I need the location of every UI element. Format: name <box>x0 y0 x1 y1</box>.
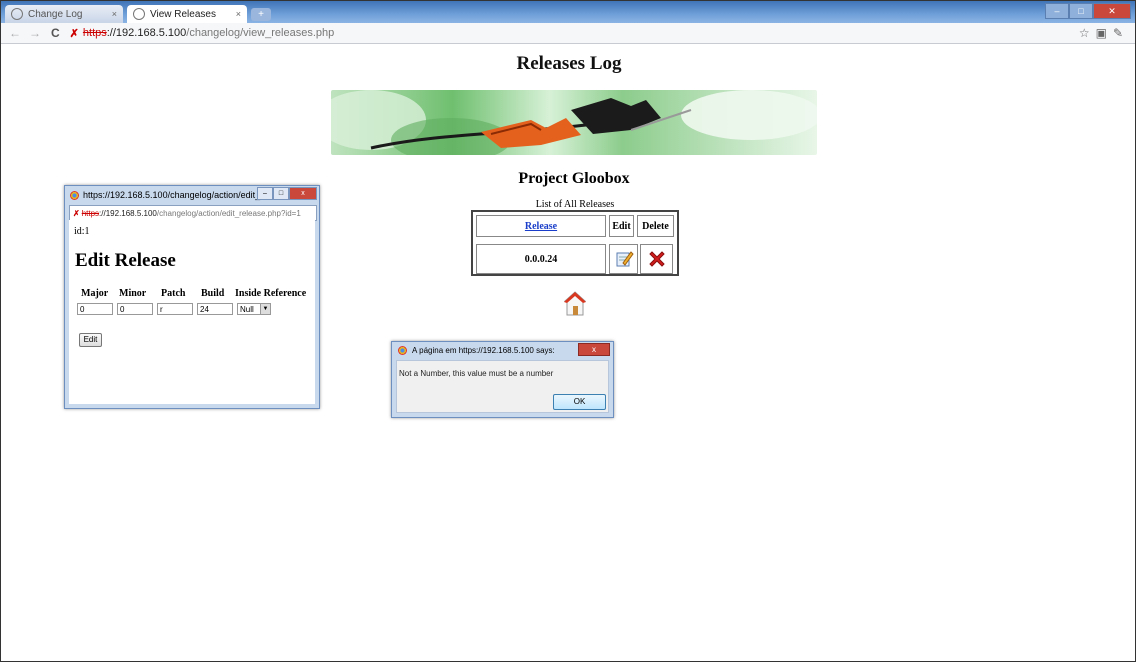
extension-icon[interactable]: ▣ <box>1096 26 1113 40</box>
edit-release-popup: https://192.168.5.100/changelog/action/e… <box>64 185 320 409</box>
home-icon[interactable] <box>563 291 587 322</box>
reload-icon[interactable]: C <box>51 26 60 40</box>
id-line: id:1 <box>74 226 90 237</box>
header-edit: Edit <box>609 215 634 237</box>
close-icon[interactable]: × <box>112 9 117 19</box>
insecure-icon: ✗ <box>73 208 80 218</box>
build-label: Build <box>201 288 225 299</box>
tab-label: Change Log <box>28 8 83 20</box>
popup-url-bar[interactable]: ✗ https://192.168.5.100/changelog/action… <box>69 205 317 221</box>
puzzle-illustration <box>331 90 817 155</box>
ok-button[interactable]: OK <box>553 394 606 410</box>
new-tab-button[interactable]: + <box>251 8 271 21</box>
tab-change-log[interactable]: Change Log × <box>5 5 123 23</box>
inside-reference-select[interactable]: Null ▼ <box>237 303 271 315</box>
close-icon[interactable]: × <box>236 9 241 19</box>
back-icon[interactable]: ← <box>9 26 21 40</box>
browser-tab-bar: Change Log × View Releases × + – □ ✕ <box>1 1 1135 23</box>
list-caption: List of All Releases <box>535 199 615 210</box>
dropdown-arrow-icon: ▼ <box>260 304 270 314</box>
tab-label: View Releases <box>150 8 216 20</box>
popup-minimize-button[interactable]: – <box>257 187 273 200</box>
alert-close-button[interactable]: x <box>578 343 610 356</box>
minor-label: Minor <box>119 288 147 299</box>
edit-release-button[interactable] <box>609 244 638 274</box>
header-delete: Delete <box>637 215 674 237</box>
star-icon[interactable]: ☆ <box>1079 26 1096 40</box>
release-sort-link[interactable]: Release <box>525 221 557 232</box>
maximize-button[interactable]: □ <box>1069 3 1093 19</box>
url-field[interactable]: https://192.168.5.100/changelog/view_rel… <box>83 27 334 39</box>
major-label: Major <box>81 288 109 299</box>
window-close-button[interactable]: ✕ <box>1093 3 1131 19</box>
popup-window-controls: – □ x <box>257 187 317 200</box>
window-controls: – □ ✕ <box>1045 3 1131 19</box>
wrench-icon[interactable]: ✎ <box>1113 26 1129 40</box>
header-release[interactable]: Release <box>476 215 606 237</box>
toolbar-icons: ☆▣✎ <box>1079 26 1129 40</box>
release-version-cell: 0.0.0.24 <box>476 244 606 274</box>
popup-close-button[interactable]: x <box>289 187 317 200</box>
delete-release-button[interactable] <box>640 244 673 274</box>
patch-field[interactable]: r <box>157 303 193 315</box>
page-title: Releases Log <box>516 53 622 74</box>
banner-image <box>331 90 817 155</box>
tab-view-releases[interactable]: View Releases × <box>127 5 247 23</box>
patch-label: Patch <box>161 288 186 299</box>
chrome-icon <box>70 190 79 200</box>
edit-submit-button[interactable]: Edit <box>79 333 102 347</box>
releases-table: Release Edit Delete 0.0.0.24 <box>471 210 679 276</box>
popup-titlebar[interactable]: https://192.168.5.100/changelog/action/e… <box>65 186 319 204</box>
edit-icon <box>616 251 634 267</box>
forward-icon[interactable]: → <box>29 26 41 40</box>
alert-message: Not a Number, this value must be a numbe… <box>399 369 554 378</box>
globe-icon <box>133 8 145 20</box>
delete-icon <box>648 251 665 267</box>
popup-maximize-button[interactable]: □ <box>273 187 289 200</box>
alert-dialog: A página em https://192.168.5.100 says: … <box>391 341 614 418</box>
popup-content: id:1 Edit Release Major Minor Patch Buil… <box>69 220 315 404</box>
alert-title: A página em https://192.168.5.100 says: <box>412 346 555 355</box>
globe-icon <box>11 8 23 20</box>
minor-field[interactable]: 0 <box>117 303 153 315</box>
build-field[interactable]: 24 <box>197 303 233 315</box>
edit-heading: Edit Release <box>75 250 176 271</box>
address-bar: ← → C ✗ https://192.168.5.100/changelog/… <box>1 23 1135 44</box>
insecure-icon[interactable]: ✗ <box>70 27 79 40</box>
major-field[interactable]: 0 <box>77 303 113 315</box>
inside-reference-label: Inside Reference <box>235 288 307 299</box>
chrome-icon <box>398 346 407 355</box>
alert-body: Not a Number, this value must be a numbe… <box>396 360 609 413</box>
minimize-button[interactable]: – <box>1045 3 1069 19</box>
alert-titlebar[interactable]: A página em https://192.168.5.100 says: … <box>392 342 613 359</box>
